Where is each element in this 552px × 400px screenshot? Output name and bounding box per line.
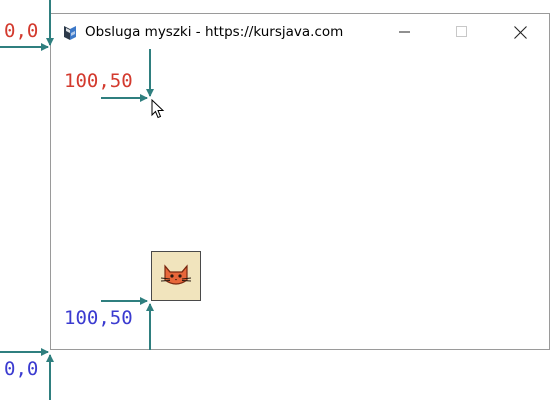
mouse-pointer-icon [151, 99, 165, 119]
window-origin-label: 0,0 [4, 358, 39, 380]
coordinate-arrows [0, 0, 154, 400]
sprite-coords-label: 100,50 [64, 307, 133, 329]
mouse-coords-label: 100,50 [64, 70, 133, 92]
screen-origin-label: 0,0 [4, 20, 39, 42]
stage: Obsluga myszki - https://kursjava.com 0,… [0, 0, 552, 400]
